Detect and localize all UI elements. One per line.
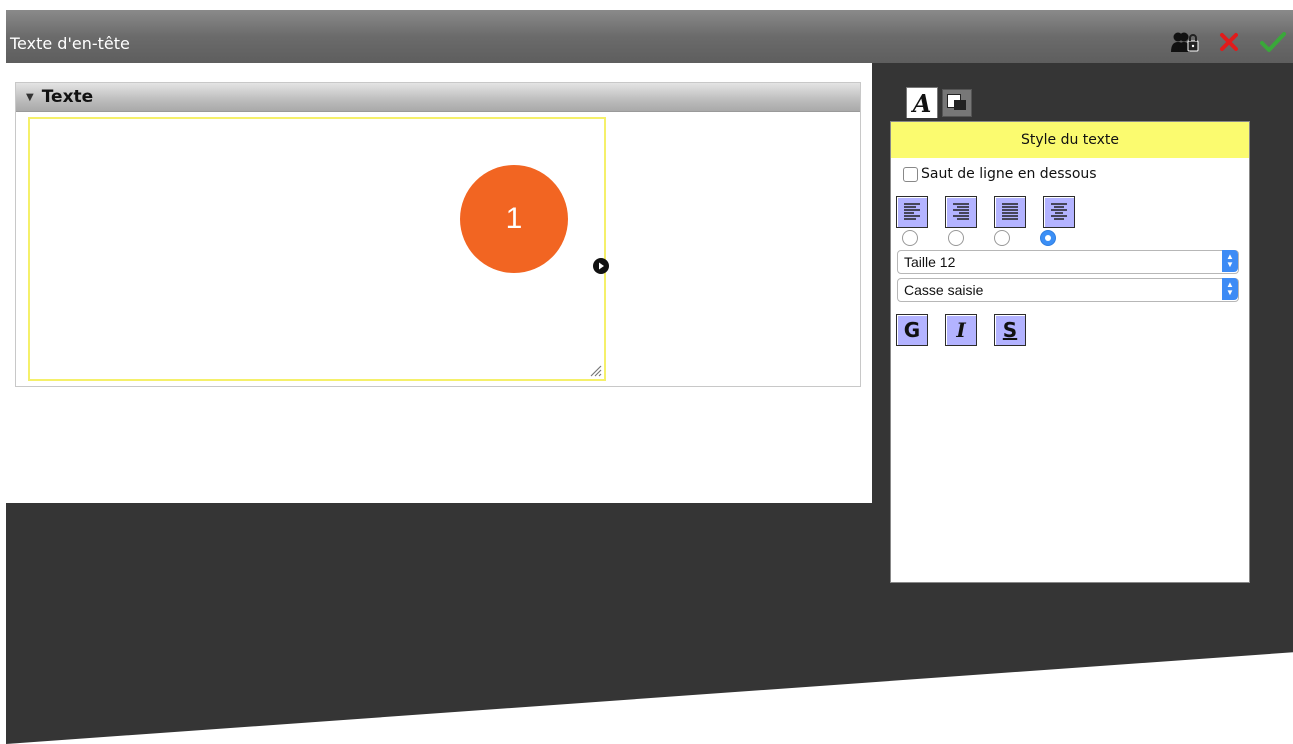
step-number-badge: 1: [460, 165, 568, 273]
align-left-icon[interactable]: [896, 196, 928, 228]
editor-window: Texte d'en-tête ▼ Texte 1 A Style du tex…: [6, 10, 1293, 744]
italic-button[interactable]: I: [945, 314, 977, 346]
align-right-icon[interactable]: [945, 196, 977, 228]
align-center-radio[interactable]: [1040, 230, 1056, 246]
align-left-radio[interactable]: [902, 230, 918, 246]
text-style-box: Style du texte Saut de ligne en dessous: [890, 121, 1250, 583]
style-panel: A Style du texte Saut de ligne en dessou…: [890, 87, 1250, 583]
frame-icon-part: [954, 100, 966, 110]
align-justify-radio[interactable]: [994, 230, 1010, 246]
font-size-select[interactable]: Taille 12 ▲ ▼: [897, 250, 1239, 274]
section-header[interactable]: ▼ Texte: [16, 83, 860, 112]
collapse-arrow-icon[interactable]: ▼: [26, 92, 34, 103]
style-header: Style du texte: [891, 122, 1249, 158]
select-arrows-icon: ▲ ▼: [1222, 278, 1238, 300]
resize-grip-icon[interactable]: [586, 361, 602, 377]
align-center-icon[interactable]: [1043, 196, 1075, 228]
line-break-checkbox[interactable]: [903, 166, 918, 182]
bold-button[interactable]: G: [896, 314, 928, 346]
format-buttons: G I S: [896, 314, 1249, 346]
text-style-tab[interactable]: A: [906, 87, 938, 118]
close-icon[interactable]: [1215, 30, 1243, 54]
play-icon[interactable]: [593, 258, 609, 274]
line-break-label: Saut de ligne en dessous: [921, 166, 1097, 182]
background-style-tab[interactable]: [942, 89, 972, 117]
title-bar-actions: [1171, 30, 1287, 54]
window-title: Texte d'en-tête: [10, 34, 130, 53]
align-right-radio[interactable]: [948, 230, 964, 246]
alignment-buttons: [896, 196, 1249, 228]
title-bar: Texte d'en-tête: [6, 10, 1293, 63]
align-justify-icon[interactable]: [994, 196, 1026, 228]
case-select[interactable]: Casse saisie ▲ ▼: [897, 278, 1239, 302]
font-size-value: Taille 12: [904, 254, 956, 270]
section-title: Texte: [41, 87, 94, 107]
select-arrows-icon: ▲ ▼: [1222, 250, 1238, 272]
users-lock-icon[interactable]: [1171, 30, 1199, 54]
content-panel: ▼ Texte 1: [6, 63, 872, 503]
underline-button[interactable]: S: [994, 314, 1026, 346]
line-break-option[interactable]: Saut de ligne en dessous: [903, 166, 1249, 182]
case-value: Casse saisie: [904, 282, 984, 298]
text-section: ▼ Texte 1: [15, 82, 861, 387]
style-tabs: A: [906, 87, 972, 118]
alignment-radios: [902, 230, 1249, 246]
check-icon[interactable]: [1259, 30, 1287, 54]
